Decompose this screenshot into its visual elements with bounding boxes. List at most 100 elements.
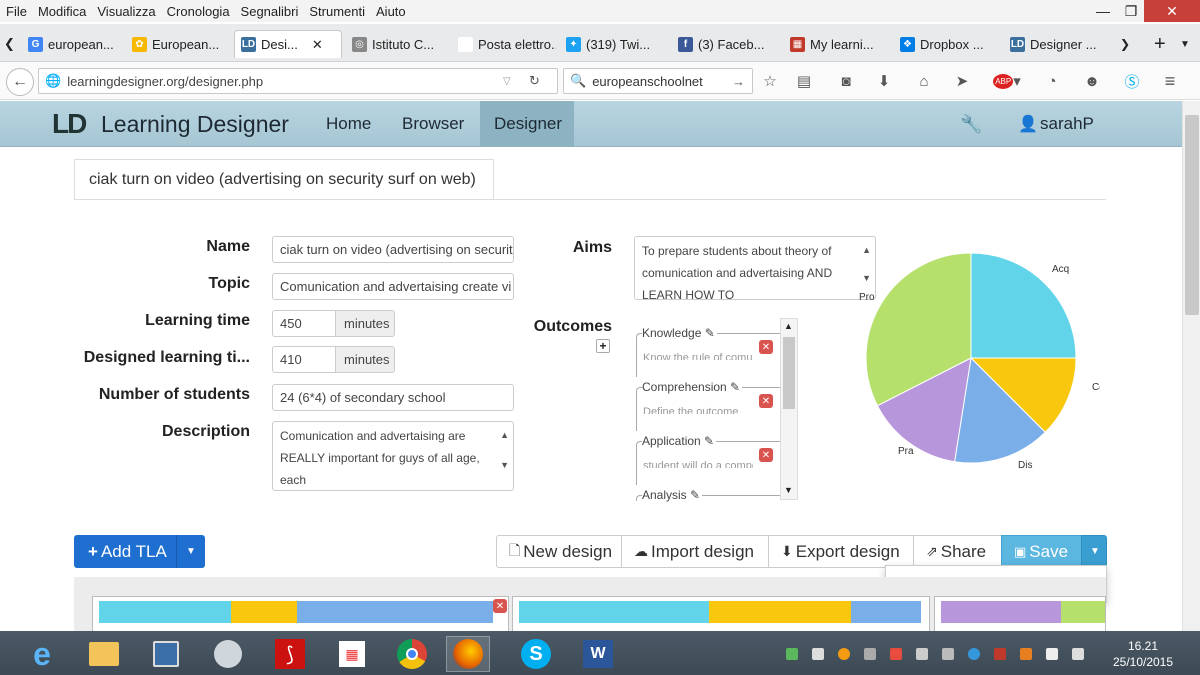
- wrench-icon[interactable]: 🔧: [960, 101, 982, 147]
- export-design-button[interactable]: ⬇ Export design: [768, 535, 914, 568]
- adblock-icon[interactable]: ABP ▾: [990, 70, 1024, 92]
- url-bar[interactable]: 🌐 learningdesigner.org/designer.php ▽ ↻: [38, 68, 558, 94]
- delete-outcome-icon[interactable]: ✕: [759, 340, 773, 354]
- apps-grid-icon[interactable]: ▦: [330, 636, 374, 672]
- menu-file[interactable]: File: [6, 4, 27, 19]
- browser-tab[interactable]: ✦ (319) Twi...: [560, 30, 668, 58]
- ld-logo[interactable]: LD: [52, 101, 87, 147]
- browser-tab[interactable]: ✿ European...: [126, 30, 230, 58]
- page-scrollbar[interactable]: [1182, 101, 1200, 631]
- menu-strumenti[interactable]: Strumenti: [309, 4, 365, 19]
- control-panel-icon[interactable]: [144, 636, 188, 672]
- file-explorer-icon[interactable]: [82, 636, 126, 672]
- tray-network-icon[interactable]: [864, 648, 876, 660]
- tray-app-icon[interactable]: [812, 648, 824, 660]
- outcome-item[interactable]: Analysis ✎: [636, 488, 780, 502]
- tray-language-icon[interactable]: [1020, 648, 1032, 660]
- nav-designer[interactable]: Designer: [480, 101, 574, 147]
- tla-card[interactable]: [512, 596, 930, 631]
- download-icon[interactable]: ⬇: [872, 70, 896, 92]
- acrobat-icon[interactable]: ⟆: [268, 636, 312, 672]
- tray-flag-icon[interactable]: [890, 648, 902, 660]
- outcomes-scroll-up-icon[interactable]: ▲: [784, 321, 793, 331]
- close-window-icon[interactable]: ✕: [1144, 0, 1200, 22]
- bookmark-star-icon[interactable]: ☆: [758, 70, 782, 92]
- search-go-icon[interactable]: →: [732, 74, 745, 89]
- skype-toolbar-icon[interactable]: Ⓢ: [1120, 70, 1144, 92]
- delete-tla-icon[interactable]: ✕: [493, 599, 507, 613]
- media-icon[interactable]: [206, 636, 250, 672]
- search-bar[interactable]: 🔍 europeanschoolnet →: [563, 68, 753, 94]
- outcomes-scrollbar[interactable]: ▲ ▼: [780, 318, 798, 500]
- chrome-icon[interactable]: [390, 636, 434, 672]
- delete-outcome-icon[interactable]: ✕: [759, 394, 773, 408]
- new-tab-icon[interactable]: +: [1154, 30, 1174, 58]
- browser-tab[interactable]: f (3) Faceb...: [672, 30, 780, 58]
- delete-outcome-icon[interactable]: ✕: [759, 448, 773, 462]
- menu-visualizza[interactable]: Visualizza: [97, 4, 155, 19]
- nav-browser[interactable]: Browser: [402, 101, 464, 147]
- send-icon[interactable]: ➤: [950, 70, 974, 92]
- tray-acrobat-icon[interactable]: [994, 648, 1006, 660]
- tla-card[interactable]: [934, 596, 1106, 631]
- new-design-button[interactable]: 🗋 New design: [496, 535, 622, 568]
- scrollbar-thumb[interactable]: [1185, 115, 1199, 315]
- hamburger-menu-icon[interactable]: ≡: [1158, 70, 1182, 92]
- outcome-item[interactable]: Comprehension ✎ ✕ Define the outcome: [636, 380, 780, 431]
- back-icon[interactable]: ←: [6, 68, 34, 96]
- tab-scroll-left-icon[interactable]: ❮: [4, 30, 22, 58]
- outcomes-scrollbar-thumb[interactable]: [783, 337, 795, 409]
- outcomes-scroll-down-icon[interactable]: ▼: [784, 485, 793, 495]
- browser-tab[interactable]: Posta elettro...: [452, 30, 556, 58]
- scroll-down-icon[interactable]: ▼: [500, 454, 509, 476]
- browser-tab[interactable]: ▦ My learni...: [784, 30, 890, 58]
- menu-aiuto[interactable]: Aiuto: [376, 4, 406, 19]
- tray-power-icon[interactable]: [1072, 648, 1084, 660]
- internet-explorer-icon[interactable]: e: [20, 636, 64, 672]
- share-button[interactable]: ⇗ Share: [913, 535, 1002, 568]
- skype-icon[interactable]: S: [514, 636, 558, 672]
- menu-modifica[interactable]: Modifica: [38, 4, 86, 19]
- pocket-icon[interactable]: ◙: [834, 70, 858, 92]
- url-dropdown-icon[interactable]: ▽: [503, 76, 511, 87]
- add-tla-button[interactable]: + Add TLA ▼: [74, 535, 205, 568]
- save-button[interactable]: ▣ Save: [1001, 535, 1082, 568]
- history-icon[interactable]: ◔: [1040, 70, 1064, 92]
- topic-input[interactable]: Comunication and advertaising create vi: [272, 273, 514, 300]
- bookmarks-list-icon[interactable]: ▤: [792, 70, 816, 92]
- tray-volume-icon[interactable]: [916, 648, 928, 660]
- save-dropdown-toggle[interactable]: ▼: [1081, 535, 1107, 568]
- outcome-item[interactable]: Knowledge ✎ ✕ Know the rule of comunic: [636, 326, 780, 377]
- firefox-icon[interactable]: [446, 636, 490, 672]
- tray-chrome-icon[interactable]: [838, 648, 850, 660]
- tray-signal-icon[interactable]: [942, 648, 954, 660]
- home-icon[interactable]: ⌂: [912, 70, 936, 92]
- design-title-tab[interactable]: ciak turn on video (advertising on secur…: [74, 159, 494, 200]
- browser-tab[interactable]: LD Desi... ✕: [234, 30, 342, 58]
- taskbar-clock[interactable]: 16.21 25/10/2015: [1098, 638, 1188, 670]
- tla-card[interactable]: ✕: [92, 596, 509, 631]
- word-icon[interactable]: W: [576, 636, 620, 672]
- close-tab-icon[interactable]: ✕: [312, 37, 323, 53]
- tray-check-icon[interactable]: [786, 648, 798, 660]
- outcome-item[interactable]: Application ✎ ✕ student will do a compet…: [636, 434, 780, 485]
- scroll-up-icon[interactable]: ▲: [500, 424, 509, 446]
- menu-cronologia[interactable]: Cronologia: [167, 4, 230, 19]
- browser-tab[interactable]: ❖ Dropbox ...: [894, 30, 1000, 58]
- description-textarea[interactable]: Comunication and advertaising are REALLY…: [272, 421, 514, 491]
- tab-list-icon[interactable]: ▼: [1180, 30, 1196, 58]
- reload-icon[interactable]: ↻: [529, 73, 540, 89]
- menu-segnalibri[interactable]: Segnalibri: [241, 4, 299, 19]
- tray-action-center-icon[interactable]: [1046, 648, 1058, 660]
- browser-tab[interactable]: Geuropean...: [22, 30, 122, 58]
- chat-icon[interactable]: ☻: [1080, 70, 1104, 92]
- tab-overflow-icon[interactable]: ❯: [1120, 30, 1140, 58]
- learning-time-input[interactable]: 450: [272, 310, 336, 337]
- name-input[interactable]: ciak turn on video (advertising on secur…: [272, 236, 514, 263]
- import-design-button[interactable]: ☁ Import design: [621, 535, 769, 568]
- add-outcome-icon[interactable]: +: [596, 339, 610, 353]
- username[interactable]: sarahP: [1040, 101, 1094, 147]
- browser-tab[interactable]: ◎ Istituto C...: [346, 30, 448, 58]
- browser-tab[interactable]: LD Designer ...: [1004, 30, 1112, 58]
- aims-textarea[interactable]: To prepare students about theory of comu…: [634, 236, 876, 300]
